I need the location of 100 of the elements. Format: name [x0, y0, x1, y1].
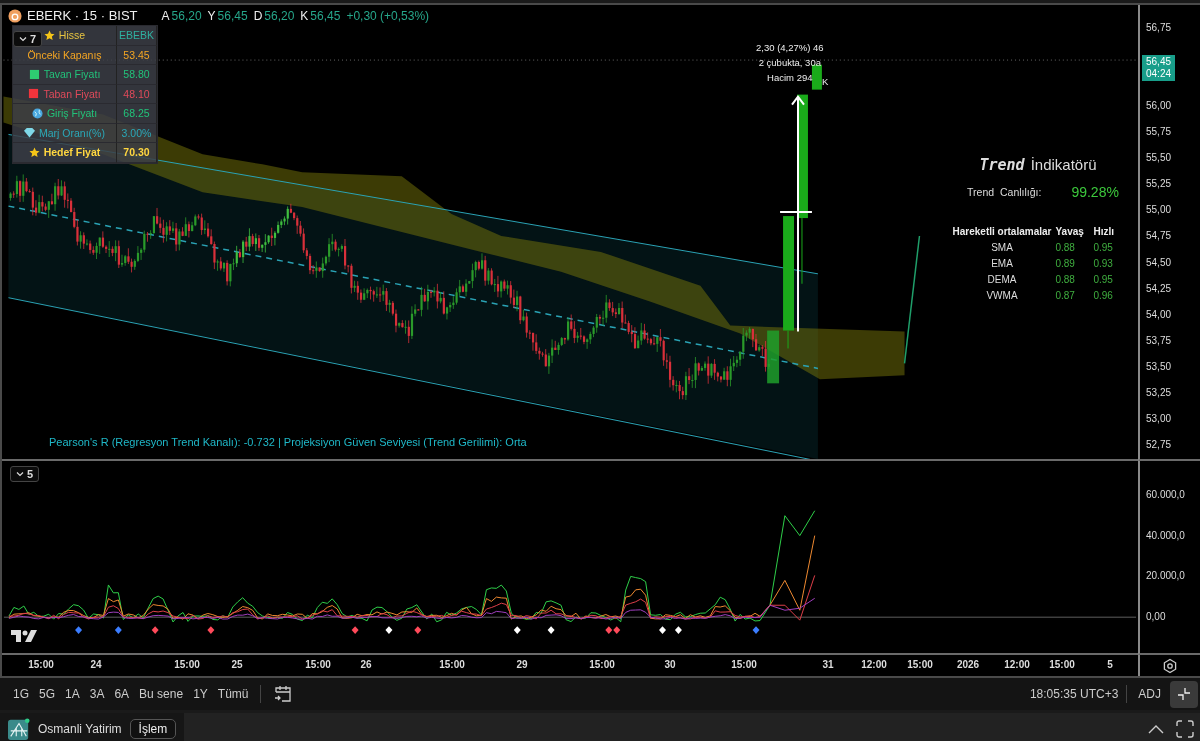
panel-title: İndikatörü [1030, 156, 1097, 174]
column-header: Hareketli ortalamalar [952, 226, 1052, 237]
row-label: Önceki Kapanış [27, 48, 102, 61]
collapse-button[interactable]: 5 [10, 466, 40, 482]
table-cell-text: 0.89 [1055, 258, 1076, 269]
axis-label: 55,50 [1146, 152, 1172, 164]
axis-label: 55,75 [1146, 126, 1172, 138]
row-value: 70.30 [117, 143, 157, 163]
trade-button[interactable]: İşlem [129, 718, 177, 739]
measure-label: 2 çubukta, 30a [758, 57, 821, 68]
collapse-icon[interactable] [1170, 680, 1198, 708]
ohlc-value: 56,45 [310, 8, 341, 23]
clock-text: 18:05:35 UTC+3 [1029, 687, 1119, 701]
column-header: Hızlı [1093, 226, 1116, 237]
symbol-logo-icon [8, 8, 22, 23]
row-label: Hedef Fiyat [43, 146, 101, 159]
table-cell-text: SMA [990, 242, 1014, 253]
table-cell-text: 0.96 [1093, 290, 1114, 301]
time-label: 5 [1107, 659, 1113, 670]
logo-icon[interactable] [11, 628, 37, 644]
time-label: 15:00 [589, 659, 615, 670]
axis-label: 56,75 [1146, 22, 1172, 33]
row-value: 3.00% [117, 123, 157, 143]
ohlc-label: K [300, 8, 309, 23]
row-value: 58.80 [117, 65, 157, 85]
price-value: 56,45 [1146, 56, 1172, 68]
row-label: Taban Fiyatı [43, 87, 101, 100]
table-cell-text: EMA [990, 258, 1014, 269]
axis-label: 54,75 [1146, 230, 1172, 242]
range-button[interactable]: 3A [84, 685, 110, 703]
ohlc-label: A [161, 8, 170, 23]
row-value: 48.10 [117, 84, 157, 104]
range-button[interactable]: 6A [109, 685, 135, 703]
time-label: 12:00 [1004, 659, 1030, 670]
range-button[interactable]: 1G [8, 685, 34, 703]
collapse-button[interactable]: 7 [13, 31, 43, 47]
vitality-value: 99.28% [1071, 184, 1119, 200]
time-label: 15:00 [1049, 659, 1075, 670]
ohlc-value: 56,20 [264, 8, 295, 23]
axis-label: 0,00 [1146, 611, 1166, 622]
row-label: Tavan Fiyatı [43, 68, 101, 81]
settings-icon[interactable] [1162, 657, 1178, 674]
adjust-button[interactable]: ADJ [1133, 685, 1166, 703]
measure-label: 2,30 (4,27%) 46 [756, 42, 824, 53]
row-value: 53.45 [117, 45, 157, 65]
time-label: 15:00 [907, 659, 933, 670]
measure-label: K [822, 76, 829, 87]
axis-label: 52,75 [1146, 438, 1172, 450]
axis-label: 54,00 [1146, 308, 1172, 320]
table-cell-text: 0.95 [1093, 274, 1114, 285]
ohlc-label: D [253, 8, 263, 23]
axis-label: 53,75 [1146, 334, 1172, 346]
panel-title: Trend [979, 156, 1025, 174]
axis-label: 40.000,0 [1146, 530, 1185, 541]
range-button[interactable]: Bu sene [134, 685, 189, 703]
range-button[interactable]: 5G [34, 685, 61, 703]
row-label: Giriş Fiyatı [46, 107, 98, 120]
statistics-text: Pearson's R (Regresyon Trend Kanalı): -0.732 | Projeksiyon Güven Seviyesi (Trend Gerilimi): Orta [49, 436, 527, 448]
time-label: 31 [822, 659, 834, 670]
range-button[interactable]: 1Y [188, 685, 213, 703]
diamond-icon [24, 127, 36, 139]
symbol-title[interactable]: EBERK · 15 · BIST [27, 8, 138, 23]
star-icon [43, 29, 55, 41]
time-label: 24 [90, 659, 102, 670]
axis-label: 60.000,0 [1146, 489, 1185, 500]
axis-label: 56,00 [1146, 100, 1172, 112]
ohlc-value: 56,45 [217, 8, 248, 23]
vitality-label: Trend Canlılığı: [967, 186, 1042, 198]
globe-icon [31, 107, 43, 119]
time-label: 15:00 [174, 659, 200, 670]
time-label: 29 [516, 659, 528, 670]
time-label: 30 [664, 659, 676, 670]
table-cell-text: 0.95 [1093, 242, 1114, 253]
axis-label: 54,50 [1146, 256, 1172, 268]
time-label: 15:00 [439, 659, 465, 670]
ohlc-label: Y [207, 8, 216, 23]
time-label: 2026 [956, 659, 980, 670]
table-cell-text: 0.87 [1055, 290, 1076, 301]
row-label: Marj Oranı(%) [39, 126, 105, 139]
axis-label: 53,25 [1146, 386, 1172, 398]
star-icon [28, 146, 40, 158]
countdown: 04:24 [1146, 68, 1172, 80]
broker-name: Osmanli Yatirim [38, 721, 122, 736]
axis-label: 55,25 [1146, 178, 1172, 190]
time-label: 15:00 [305, 659, 331, 670]
chevron-down-icon [19, 36, 27, 42]
time-label: 26 [360, 659, 372, 670]
axis-label: 53,00 [1146, 412, 1172, 424]
table-cell-text: 0.93 [1093, 258, 1114, 269]
axis-label: 20.000,0 [1146, 570, 1185, 581]
time-label: 12:00 [861, 659, 887, 670]
ohlc-value: 56,20 [171, 8, 202, 23]
row-value: 68.25 [117, 104, 157, 124]
bridge-logo-icon [8, 717, 30, 740]
range-button[interactable]: Tümü [212, 685, 254, 703]
table-cell-text: DEMA [986, 274, 1018, 285]
table-cell-text: 0.88 [1055, 242, 1076, 253]
range-button[interactable]: 1A [60, 685, 85, 703]
square-icon [28, 88, 40, 100]
change-value: +0,30 (+0,53%) [346, 8, 430, 23]
